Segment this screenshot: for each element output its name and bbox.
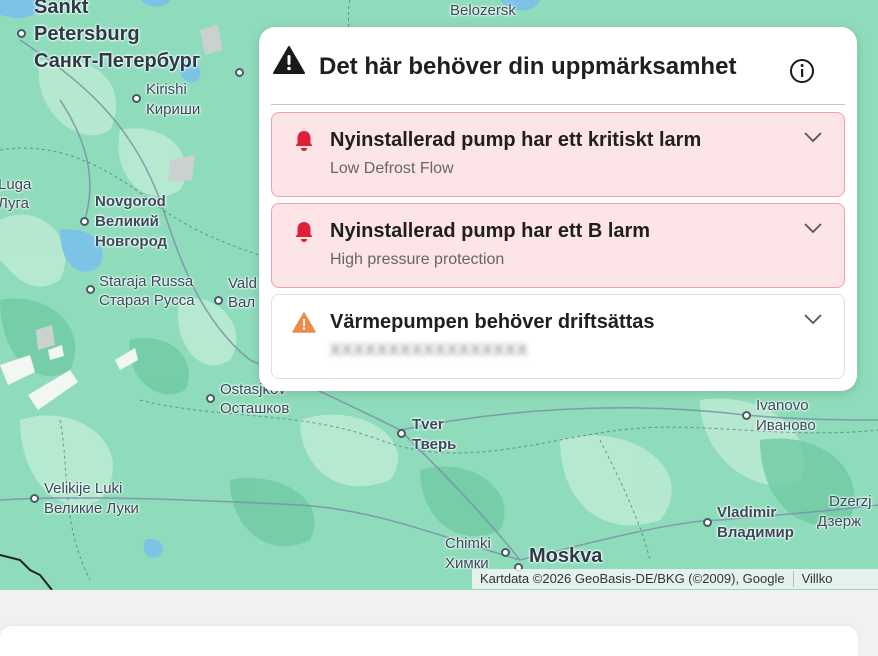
city-label-belozersk: Belozersk bbox=[450, 2, 516, 19]
warning-icon bbox=[273, 46, 305, 74]
city-label-luga-cyr: Луга bbox=[0, 195, 29, 212]
map-attribution: Kartdata ©2026 GeoBasis-DE/BKG (©2009), … bbox=[472, 569, 878, 589]
city-label-vladimir-cyr: Владимир bbox=[717, 524, 794, 541]
alert-title: Nyinstallerad pump har ett kritiskt larm bbox=[330, 129, 702, 151]
city-label-ivanovo-cyr: Иваново bbox=[756, 417, 816, 434]
city-label-tver: Tver bbox=[412, 416, 444, 433]
city-marker-sankt-petersburg bbox=[17, 29, 26, 38]
alert-title: Nyinstallerad pump har ett B larm bbox=[330, 220, 651, 242]
city-label-ivanovo: Ivanovo bbox=[756, 397, 809, 414]
city-label-luga: Luga bbox=[0, 176, 32, 193]
city-marker-kirishi bbox=[132, 94, 141, 103]
city-marker-ivanovo bbox=[742, 411, 751, 420]
alert-warning-1[interactable]: Värmepumpen behöver driftsättas XXXXXXXX… bbox=[271, 294, 845, 379]
chevron-down-icon[interactable] bbox=[804, 222, 822, 234]
alert-subtitle: Low Defrost Flow bbox=[330, 160, 454, 177]
city-label-kirishi-cyr: Кириши bbox=[146, 101, 201, 118]
city-label-dzerzjinsk: Dzerzj bbox=[829, 493, 872, 510]
city-label-velikij: Великий bbox=[95, 213, 159, 230]
city-label-ostasjkov-cyr: Осташков bbox=[220, 400, 290, 417]
city-label-sankt: Sankt bbox=[34, 0, 89, 18]
alert-subtitle-redacted: XXXXXXXXXXXXXXXXX bbox=[330, 342, 529, 359]
city-label-moskva: Moskva bbox=[529, 545, 603, 567]
city-label-valdaj: Vald bbox=[228, 275, 257, 292]
city-marker-novgorod bbox=[80, 217, 89, 226]
city-label-tver-cyr: Тверь bbox=[412, 436, 457, 453]
city-marker-unknown bbox=[235, 68, 244, 77]
city-label-velikije-luki: Velikije Luki bbox=[44, 480, 123, 497]
city-marker-ostasjkov bbox=[206, 394, 215, 403]
city-label-dzerzjinsk-cyr: Дзерж bbox=[817, 513, 862, 530]
city-marker-chimki bbox=[501, 548, 510, 557]
city-label-vladimir: Vladimir bbox=[717, 504, 777, 521]
attribution-text: Kartdata ©2026 GeoBasis-DE/BKG (©2009), … bbox=[480, 571, 785, 586]
alert-title: Värmepumpen behöver driftsättas bbox=[330, 311, 655, 333]
city-label-chimki: Chimki bbox=[445, 535, 491, 552]
warning-triangle-icon bbox=[292, 312, 316, 333]
bell-icon bbox=[295, 222, 313, 242]
panel-header: Det här behöver din uppmärksamhet bbox=[271, 41, 845, 105]
terms-link[interactable]: Villko bbox=[802, 571, 833, 587]
chevron-down-icon[interactable] bbox=[804, 131, 822, 143]
city-label-petersburg: Petersburg bbox=[34, 23, 140, 45]
city-label-novgorod: Novgorod bbox=[95, 193, 166, 210]
attention-panel: Det här behöver din uppmärksamhet Nyinst… bbox=[259, 27, 857, 391]
city-label-sankt-peterburg-cyr: Санкт-Петербург bbox=[34, 50, 201, 72]
city-marker-velikije-luki bbox=[30, 494, 39, 503]
alert-critical-1[interactable]: Nyinstallerad pump har ett kritiskt larm… bbox=[271, 112, 845, 197]
city-label-velikije-luki-cyr: Великие Луки bbox=[44, 500, 139, 517]
bell-icon bbox=[295, 131, 313, 151]
city-marker-valdaj bbox=[214, 296, 223, 305]
city-marker-staraja-russa bbox=[86, 285, 95, 294]
alert-subtitle: High pressure protection bbox=[330, 251, 505, 268]
city-label-novgorod-cyr: Новгород bbox=[95, 233, 168, 250]
alert-critical-2[interactable]: Nyinstallerad pump har ett B larm High p… bbox=[271, 203, 845, 288]
city-marker-tver bbox=[397, 429, 406, 438]
attribution-divider bbox=[792, 571, 794, 587]
city-label-staraja-russa: Staraja Russa bbox=[99, 273, 194, 290]
city-label-staraja-russa-cyr: Старая Русса bbox=[99, 292, 195, 309]
bottom-card bbox=[0, 626, 858, 656]
panel-title: Det här behöver din uppmärksamhet bbox=[319, 53, 737, 80]
city-label-valdaj-cyr: Вал bbox=[228, 294, 256, 311]
info-icon[interactable] bbox=[789, 58, 815, 84]
city-marker-vladimir bbox=[703, 518, 712, 527]
chevron-down-icon[interactable] bbox=[804, 313, 822, 325]
city-label-kirishi: Kirishi bbox=[146, 81, 187, 98]
